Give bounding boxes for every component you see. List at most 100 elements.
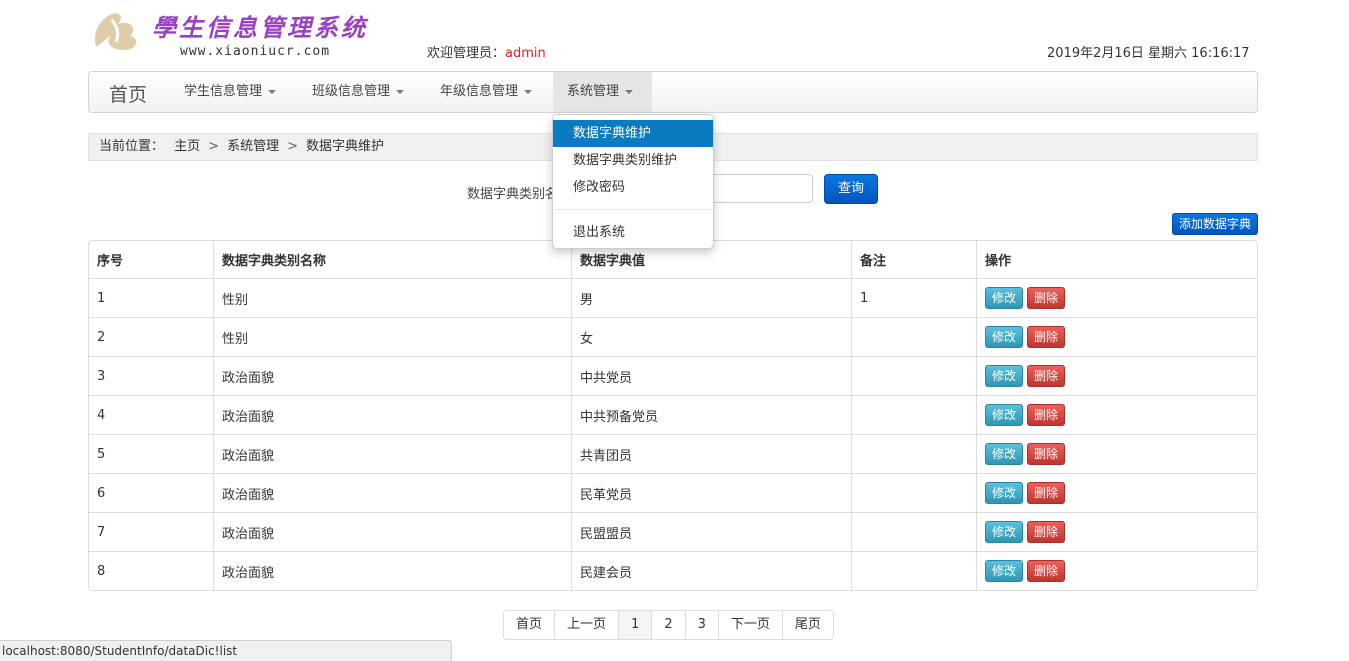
breadcrumb-separator: > bbox=[287, 139, 298, 154]
page-1[interactable]: 1 bbox=[618, 611, 652, 639]
edit-button[interactable]: 修改 bbox=[985, 560, 1023, 582]
cell-id: 6 bbox=[89, 473, 213, 512]
table-row: 8 政治面貌 民建会员 修改 删除 bbox=[89, 551, 1257, 590]
cell-category: 政治面貌 bbox=[213, 473, 571, 512]
query-button[interactable]: 查询 bbox=[824, 174, 878, 204]
column-header: 备注 bbox=[851, 241, 976, 278]
delete-button[interactable]: 删除 bbox=[1027, 482, 1065, 504]
menu-item-change-password[interactable]: 修改密码 bbox=[553, 174, 713, 201]
cell-value: 女 bbox=[571, 317, 851, 356]
cell-category: 政治面貌 bbox=[213, 512, 571, 551]
nav-label: 系统管理 bbox=[567, 84, 620, 99]
welcome-prefix: 欢迎管理员： bbox=[427, 46, 506, 61]
cell-id: 8 bbox=[89, 551, 213, 590]
search-input[interactable] bbox=[712, 174, 813, 203]
nav-brand-home[interactable]: 首页 bbox=[109, 80, 147, 107]
delete-button[interactable]: 删除 bbox=[1027, 287, 1065, 309]
table-row: 3 政治面貌 中共党员 修改 删除 bbox=[89, 356, 1257, 395]
menu-item-data-dictionary[interactable]: 数据字典维护 bbox=[553, 120, 713, 147]
admin-name: admin bbox=[505, 46, 546, 61]
delete-button[interactable]: 删除 bbox=[1027, 443, 1065, 465]
edit-button[interactable]: 修改 bbox=[985, 326, 1023, 348]
caret-down-icon bbox=[524, 89, 533, 94]
cell-actions: 修改 删除 bbox=[976, 473, 1257, 512]
cell-value: 民盟盟员 bbox=[571, 512, 851, 551]
nav-class-info[interactable]: 班级信息管理 bbox=[298, 72, 418, 112]
cell-actions: 修改 删除 bbox=[976, 395, 1257, 434]
cell-category: 政治面貌 bbox=[213, 395, 571, 434]
delete-button[interactable]: 删除 bbox=[1027, 404, 1065, 426]
breadcrumb-separator: > bbox=[208, 139, 220, 154]
edit-button[interactable]: 修改 bbox=[985, 443, 1023, 465]
cell-value: 男 bbox=[571, 278, 851, 317]
cell-id: 1 bbox=[89, 278, 213, 317]
cell-remark bbox=[851, 551, 976, 590]
page-first[interactable]: 首页 bbox=[504, 611, 555, 639]
cell-actions: 修改 删除 bbox=[976, 356, 1257, 395]
edit-button[interactable]: 修改 bbox=[985, 404, 1023, 426]
edit-button[interactable]: 修改 bbox=[985, 365, 1023, 387]
cell-actions: 修改 删除 bbox=[976, 551, 1257, 590]
page-prev[interactable]: 上一页 bbox=[554, 611, 619, 639]
menu-item-logout[interactable]: 退出系统 bbox=[553, 219, 713, 246]
menu-item-dictionary-category[interactable]: 数据字典类别维护 bbox=[553, 147, 713, 174]
cell-actions: 修改 删除 bbox=[976, 512, 1257, 551]
edit-button[interactable]: 修改 bbox=[985, 287, 1023, 309]
delete-button[interactable]: 删除 bbox=[1027, 521, 1065, 543]
nav-label: 学生信息管理 bbox=[184, 84, 263, 99]
table-row: 6 政治面貌 民革党员 修改 删除 bbox=[89, 473, 1257, 512]
cell-remark bbox=[851, 356, 976, 395]
nav-grade-info[interactable]: 年级信息管理 bbox=[426, 72, 546, 112]
data-dictionary-table: 序号 数据字典类别名称 数据字典值 备注 操作 1 性别男 1 修改 删除 2 性别女修改删… bbox=[88, 240, 1258, 591]
cell-id: 3 bbox=[89, 356, 213, 395]
nav-student-info[interactable]: 学生信息管理 bbox=[170, 72, 290, 112]
breadcrumb-current: 数据字典维护 bbox=[306, 139, 385, 154]
cell-category: 性别 bbox=[213, 278, 571, 317]
page-2[interactable]: 2 bbox=[651, 611, 685, 639]
menu-divider bbox=[554, 209, 712, 210]
cell-id: 4 bbox=[89, 395, 213, 434]
cell-value: 共青团员 bbox=[571, 434, 851, 473]
cell-category: 性别 bbox=[213, 317, 571, 356]
column-header: 序号 bbox=[97, 254, 124, 269]
table-row: 1 性别男 1 修改 删除 bbox=[89, 278, 1257, 317]
edit-button[interactable]: 修改 bbox=[985, 482, 1023, 504]
delete-button[interactable]: 删除 bbox=[1027, 365, 1065, 387]
cell-remark bbox=[851, 317, 976, 356]
table-row: 4 政治面貌 中共预备党员 修改 删除 bbox=[89, 395, 1257, 434]
cell-value: 中共预备党员 bbox=[571, 395, 851, 434]
nav-system-management[interactable]: 系统管理 bbox=[553, 72, 652, 112]
column-header: 数据字典类别名称 bbox=[213, 241, 571, 278]
datetime: 2019年2月16日 星期六 16:16:17 bbox=[1047, 46, 1250, 61]
cell-category: 政治面貌 bbox=[213, 434, 571, 473]
cell-id: 5 bbox=[89, 434, 213, 473]
cell-actions: 修改 删除 bbox=[976, 278, 1257, 317]
cell-category: 政治面貌 bbox=[213, 356, 571, 395]
page-3[interactable]: 3 bbox=[684, 611, 718, 639]
table-row: 2 性别女 修改 删除 bbox=[89, 317, 1257, 356]
cell-id: 2 bbox=[89, 317, 213, 356]
cell-value: 民建会员 bbox=[571, 551, 851, 590]
delete-button[interactable]: 删除 bbox=[1027, 560, 1065, 582]
cell-value: 民革党员 bbox=[571, 473, 851, 512]
edit-button[interactable]: 修改 bbox=[985, 521, 1023, 543]
cell-actions: 修改 删除 bbox=[976, 317, 1257, 356]
cell-actions: 修改 删除 bbox=[976, 434, 1257, 473]
system-dropdown-menu: 数据字典维护 数据字典类别维护 修改密码 退出系统 bbox=[552, 114, 714, 249]
browser-status-url: localhost:8080/StudentInfo/dataDic!list bbox=[0, 640, 452, 661]
add-dictionary-button[interactable]: 添加数据字典 bbox=[1172, 213, 1258, 235]
page-next[interactable]: 下一页 bbox=[717, 611, 782, 639]
delete-button[interactable]: 删除 bbox=[1027, 326, 1065, 348]
caret-down-icon bbox=[396, 89, 405, 94]
nav-label: 班级信息管理 bbox=[312, 84, 391, 99]
page-last[interactable]: 尾页 bbox=[781, 611, 833, 639]
site-title: 學生信息管理系统 bbox=[152, 13, 368, 42]
welcome-text: 欢迎管理员：admin bbox=[427, 42, 546, 61]
caret-down-icon bbox=[625, 89, 634, 94]
site-url: www.xiaoniucr.com bbox=[180, 44, 331, 59]
cell-remark bbox=[851, 434, 976, 473]
breadcrumb-home[interactable]: 主页 bbox=[174, 139, 200, 154]
logo-icon bbox=[94, 13, 137, 50]
navbar: 首页 学生信息管理 班级信息管理 年级信息管理 系统管理 bbox=[88, 71, 1258, 113]
column-header: 操作 bbox=[976, 241, 1257, 278]
